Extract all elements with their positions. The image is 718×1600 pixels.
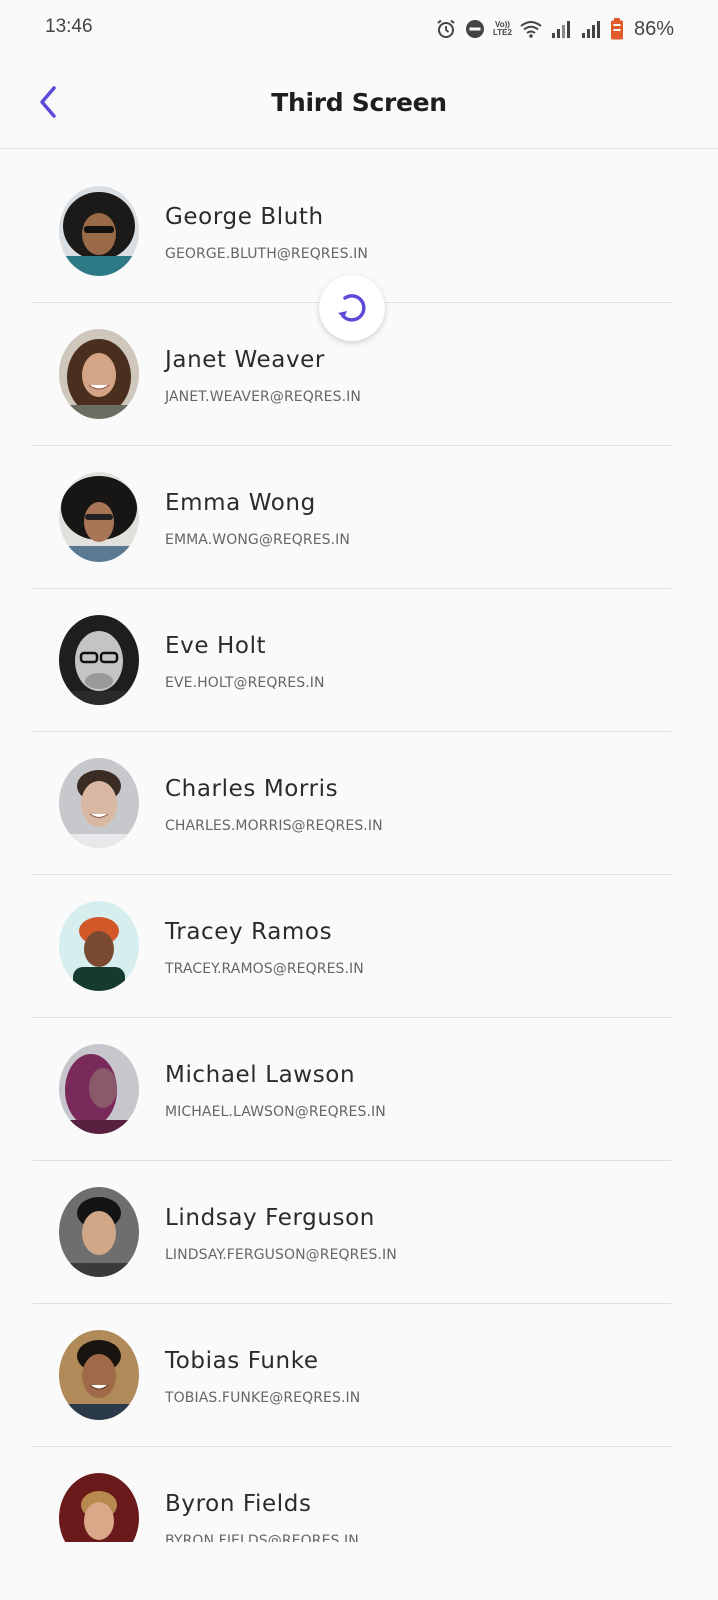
avatar xyxy=(59,329,139,419)
user-email: GEORGE.BLUTH@REQRES.IN xyxy=(165,246,368,262)
wifi-icon xyxy=(520,21,542,38)
user-name: George Bluth xyxy=(165,204,324,230)
user-name: Janet Weaver xyxy=(165,347,325,373)
user-name: Tracey Ramos xyxy=(165,919,333,945)
refresh-icon xyxy=(338,294,366,322)
user-list-item[interactable]: Eve Holt EVE.HOLT@REQRES.IN xyxy=(33,589,671,732)
user-name: Charles Morris xyxy=(165,776,339,802)
user-list-item[interactable]: Lindsay Ferguson LINDSAY.FERGUSON@REQRES… xyxy=(33,1161,671,1304)
user-list-item[interactable]: Charles Morris CHARLES.MORRIS@REQRES.IN xyxy=(33,732,671,875)
battery-icon xyxy=(610,18,623,40)
avatar xyxy=(59,472,139,562)
avatar xyxy=(59,758,139,848)
status-time: 13:46 xyxy=(45,16,93,37)
avatar xyxy=(59,1187,139,1277)
user-email: LINDSAY.FERGUSON@REQRES.IN xyxy=(165,1247,397,1263)
status-icons: Vo)) LTE2 86% xyxy=(435,14,674,44)
battery-percent: 86% xyxy=(633,17,674,40)
screen-bottom-edge xyxy=(0,1542,718,1600)
user-name: Tobias Funke xyxy=(165,1348,319,1374)
app-bar: Third Screen xyxy=(0,60,718,149)
avatar xyxy=(59,1044,139,1134)
volte-icon: Vo)) LTE2 xyxy=(493,20,512,37)
user-name: Eve Holt xyxy=(165,633,267,659)
page-title: Third Screen xyxy=(271,88,447,117)
avatar xyxy=(59,901,139,991)
user-list-item[interactable]: Michael Lawson MICHAEL.LAWSON@REQRES.IN xyxy=(33,1018,671,1161)
user-name: Emma Wong xyxy=(165,490,316,516)
user-email: EMMA.WONG@REQRES.IN xyxy=(165,532,350,548)
do-not-disturb-icon xyxy=(466,20,484,38)
user-list-item[interactable]: Tobias Funke TOBIAS.FUNKE@REQRES.IN xyxy=(33,1304,671,1447)
user-list: George Bluth GEORGE.BLUTH@REQRES.IN Jane… xyxy=(33,160,671,1589)
user-list-item[interactable]: Tracey Ramos TRACEY.RAMOS@REQRES.IN xyxy=(33,875,671,1018)
user-name: Michael Lawson xyxy=(165,1062,356,1088)
user-email: TOBIAS.FUNKE@REQRES.IN xyxy=(165,1390,361,1406)
signal-icon-sim1 xyxy=(551,21,570,38)
avatar xyxy=(59,1330,139,1420)
user-name: Lindsay Ferguson xyxy=(165,1205,375,1231)
user-email: CHARLES.MORRIS@REQRES.IN xyxy=(165,818,383,834)
pull-to-refresh-indicator xyxy=(319,275,385,341)
avatar xyxy=(59,186,139,276)
user-email: EVE.HOLT@REQRES.IN xyxy=(165,675,325,691)
signal-icon-sim2 xyxy=(581,21,600,38)
avatar xyxy=(59,615,139,705)
user-email: MICHAEL.LAWSON@REQRES.IN xyxy=(165,1104,386,1120)
user-name: Byron Fields xyxy=(165,1491,312,1517)
alarm-icon xyxy=(437,19,455,38)
user-email: JANET.WEAVER@REQRES.IN xyxy=(165,389,361,405)
user-email: TRACEY.RAMOS@REQRES.IN xyxy=(165,961,364,977)
status-bar: 13:46 Vo)) LTE2 86% xyxy=(0,0,718,60)
user-list-item[interactable]: Emma Wong EMMA.WONG@REQRES.IN xyxy=(33,446,671,589)
